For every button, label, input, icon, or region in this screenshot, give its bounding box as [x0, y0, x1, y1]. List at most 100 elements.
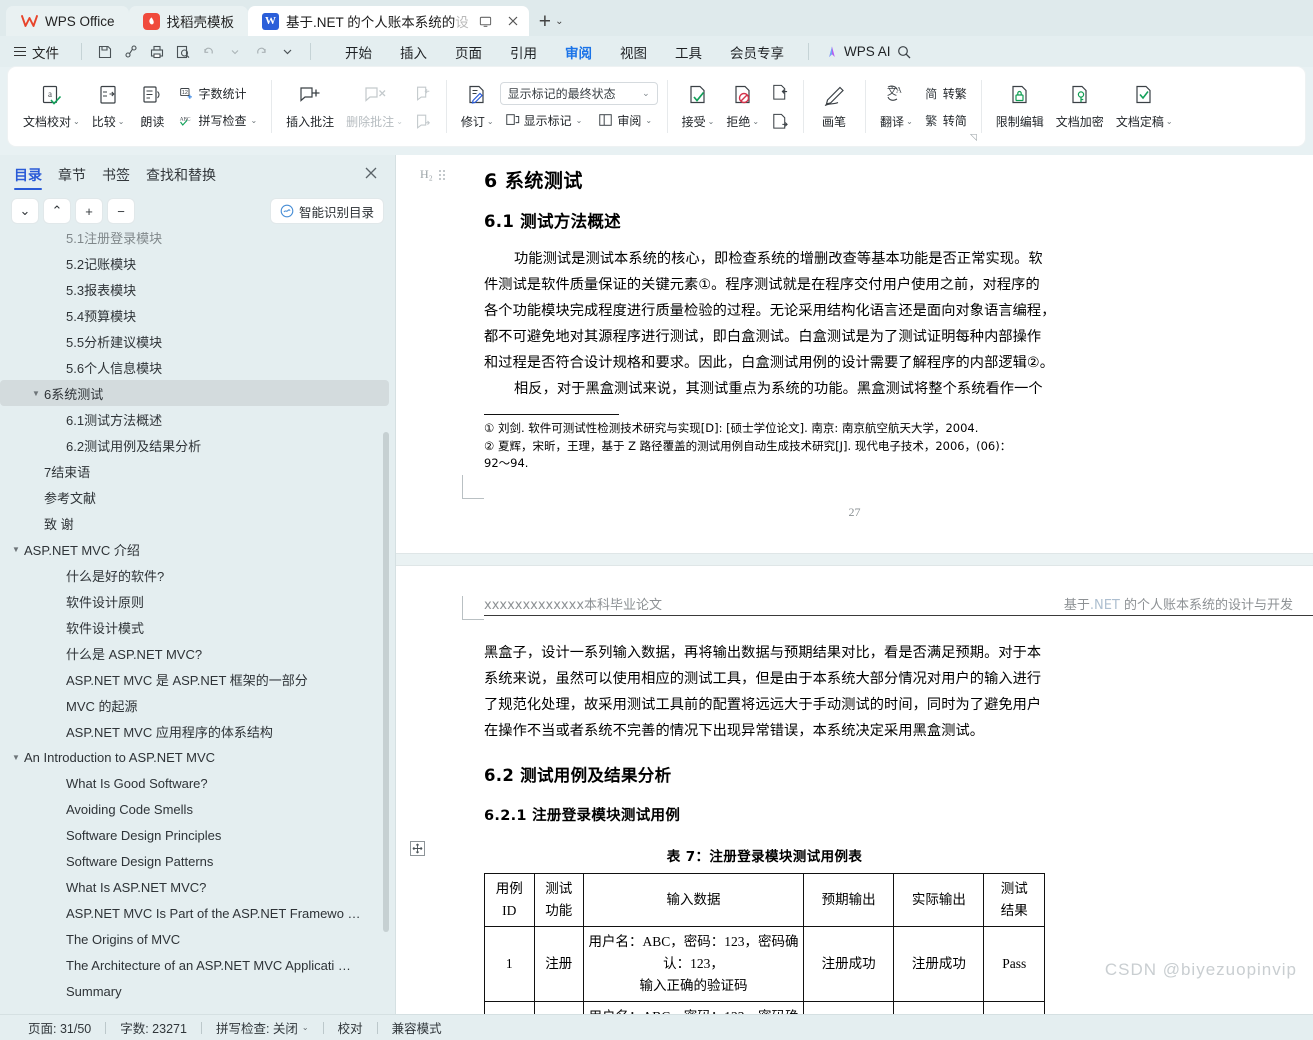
toc-item[interactable]: 什么是好的软件? — [0, 562, 395, 588]
chevron-down-icon[interactable]: ▼ — [8, 545, 24, 554]
ribbon-tab-page[interactable]: 页面 — [441, 38, 496, 66]
chevron-down-icon[interactable]: ▼ — [28, 389, 44, 398]
chevron-down-icon[interactable]: ⌄ — [302, 1023, 309, 1032]
print-preview-icon[interactable] — [170, 40, 196, 64]
status-spellcheck[interactable]: 拼写检查: 关闭 ⌄ — [202, 1018, 323, 1037]
toc-item[interactable]: 什么是 ASP.NET MVC? — [0, 640, 395, 666]
next-comment-button[interactable] — [409, 109, 437, 133]
chevron-down-icon[interactable]: ⌄ — [708, 117, 715, 126]
toc-item[interactable]: 5.1注册登录模块 — [0, 232, 395, 250]
toc-item[interactable]: The Origins of MVC — [0, 926, 395, 952]
redo-icon[interactable] — [248, 40, 274, 64]
nav-tab-find-replace[interactable]: 查找和替换 — [146, 165, 216, 192]
undo-icon[interactable] — [196, 40, 222, 64]
display-for-review-select[interactable]: 显示标记的最终状态 ⌄ — [499, 81, 658, 105]
toc-item[interactable]: 软件设计模式 — [0, 614, 395, 640]
ribbon-tab-references[interactable]: 引用 — [496, 38, 551, 66]
ribbon-tab-start[interactable]: 开始 — [331, 38, 386, 66]
print-icon[interactable] — [144, 40, 170, 64]
plus-icon[interactable]: + — [539, 11, 551, 32]
ribbon-tab-member[interactable]: 会员专享 — [716, 38, 798, 66]
file-menu-button[interactable]: 文件 — [14, 42, 71, 62]
chevron-down-icon[interactable]: ⌄ — [642, 88, 650, 99]
chevron-down-icon[interactable]: ⌄ — [752, 117, 759, 126]
toc-item[interactable]: 6.2测试用例及结果分析 — [0, 432, 395, 458]
close-icon[interactable] — [503, 11, 523, 31]
ribbon-tab-review[interactable]: 审阅 — [551, 38, 606, 71]
status-word-count[interactable]: 字数: 23271 — [106, 1018, 201, 1037]
ribbon-tab-view[interactable]: 视图 — [606, 38, 661, 66]
toc-item[interactable]: Avoiding Code Smells — [0, 796, 395, 822]
toc-item[interactable]: 5.3报表模块 — [0, 276, 395, 302]
toc-scrollbar[interactable] — [383, 432, 389, 932]
to-simplified-button[interactable]: 繁 转简 — [919, 109, 972, 132]
chevron-down-icon[interactable]: ⌄ — [487, 117, 494, 126]
next-change-button[interactable] — [765, 109, 794, 134]
heading-gutter-marker[interactable]: H₂ — [420, 167, 445, 182]
toc-list[interactable]: 5.1注册登录模块 5.2记账模块 5.3报表模块 5.4预算模块 5.5分析建议模块 5… — [0, 232, 395, 1014]
save-icon[interactable] — [92, 40, 118, 64]
toc-item[interactable]: Software Design Principles — [0, 822, 395, 848]
toc-item[interactable]: ▼ An Introduction to ASP.NET MVC — [0, 744, 395, 770]
reject-change-button[interactable]: 拒绝 ⌄ — [720, 81, 765, 133]
toc-item[interactable]: 5.2记账模块 — [0, 250, 395, 276]
accept-change-button[interactable]: 接受 ⌄ — [676, 81, 721, 133]
customize-toolbar-icon[interactable] — [274, 40, 300, 64]
chevron-down-icon[interactable]: ⌄ — [118, 117, 125, 126]
compare-button[interactable]: 比较 ⌄ — [86, 81, 131, 133]
toc-item[interactable]: ASP.NET MVC 应用程序的体系结构 — [0, 718, 395, 744]
status-page-indicator[interactable]: 页面: 31/50 — [14, 1018, 105, 1037]
tab-wps-office[interactable]: WPS Office — [6, 6, 129, 36]
chevron-down-icon[interactable]: ⌄ — [645, 116, 652, 125]
toc-item[interactable]: ▼ 6系统测试 — [0, 380, 389, 406]
read-aloud-button[interactable]: 朗读 — [130, 81, 174, 133]
toc-item[interactable]: 5.4预算模块 — [0, 302, 395, 328]
nav-tab-chapters[interactable]: 章节 — [58, 165, 86, 192]
monitor-icon[interactable] — [476, 11, 496, 31]
ribbon-tab-insert[interactable]: 插入 — [386, 38, 441, 66]
toc-item[interactable]: 5.5分析建议模块 — [0, 328, 395, 354]
chevron-up-icon[interactable]: ⌃ — [44, 199, 70, 223]
pen-button[interactable]: 画笔 — [812, 81, 856, 133]
toc-item[interactable]: What Is Good Software? — [0, 770, 395, 796]
plus-icon[interactable]: + — [76, 199, 102, 223]
document-page-2[interactable]: xxxxxxxxxxxxx本科毕业论文 基于.NET 的个人账本系统的设计与开发… — [396, 566, 1313, 1014]
toc-item[interactable]: 7结束语 — [0, 458, 395, 484]
insert-comment-button[interactable]: 插入批注 — [280, 81, 340, 133]
nav-tab-toc[interactable]: 目录 — [14, 165, 42, 192]
share-icon[interactable] — [118, 40, 144, 64]
dialog-launcher-icon[interactable]: ◹ — [970, 132, 977, 143]
smart-toc-button[interactable]: 智能识别目录 — [270, 199, 383, 223]
table-move-handle[interactable] — [410, 841, 425, 856]
toc-item[interactable]: MVC 的起源 — [0, 692, 395, 718]
chevron-down-icon[interactable]: ⌄ — [73, 117, 80, 126]
toc-item[interactable]: What Is ASP.NET MVC? — [0, 874, 395, 900]
toc-item[interactable]: The Architecture of an ASP.NET MVC Appli… — [0, 952, 395, 978]
spell-check-button[interactable]: ABC 拼写检查 ⌄ — [174, 109, 262, 132]
toc-item[interactable]: Summary — [0, 978, 395, 1004]
toc-item[interactable]: Software Design Patterns — [0, 848, 395, 874]
word-count-button[interactable]: 12 字数统计 — [174, 82, 262, 105]
toc-item[interactable]: 软件设计原则 — [0, 588, 395, 614]
chevron-down-icon[interactable]: ⌄ — [250, 116, 257, 125]
undo-caret-icon[interactable] — [222, 40, 248, 64]
track-changes-button[interactable]: 修订 ⌄ — [455, 81, 500, 133]
document-canvas[interactable]: H₂ 6 系统测试 6.1 测试方法概述 功能测试是测试本系统的核心，即检查系统… — [396, 155, 1313, 1014]
translate-button[interactable]: 文A 翻译 ⌄ — [874, 81, 919, 133]
show-markup-button[interactable]: 显示标记 ⌄ — [500, 109, 588, 132]
delete-comment-button[interactable]: 删除批注 ⌄ — [340, 81, 409, 133]
close-icon[interactable] — [361, 163, 381, 183]
test-case-table[interactable]: 用例 ID 测试 功能 输入数据 预期输出 实际输出 测试 结果 1 注册 用户… — [484, 873, 1045, 1014]
chevron-down-icon[interactable]: ⌄ — [12, 199, 38, 223]
encrypt-doc-button[interactable]: 文档加密 — [1050, 81, 1110, 133]
restrict-edit-button[interactable]: 限制编辑 — [990, 81, 1050, 133]
toc-item[interactable]: ASP.NET MVC 是 ASP.NET 框架的一部分 — [0, 666, 395, 692]
previous-change-button[interactable] — [765, 80, 794, 105]
to-traditional-button[interactable]: 简 转繁 — [919, 82, 972, 105]
tab-docer-template[interactable]: 找稻壳模板 — [128, 6, 249, 36]
toc-item[interactable]: 5.6个人信息模块 — [0, 354, 395, 380]
nav-tab-bookmarks[interactable]: 书签 — [102, 165, 130, 192]
chevron-down-icon[interactable]: ⌄ — [576, 116, 583, 125]
status-proofread[interactable]: 校对 — [324, 1018, 377, 1037]
ribbon-tab-tools[interactable]: 工具 — [661, 38, 716, 66]
